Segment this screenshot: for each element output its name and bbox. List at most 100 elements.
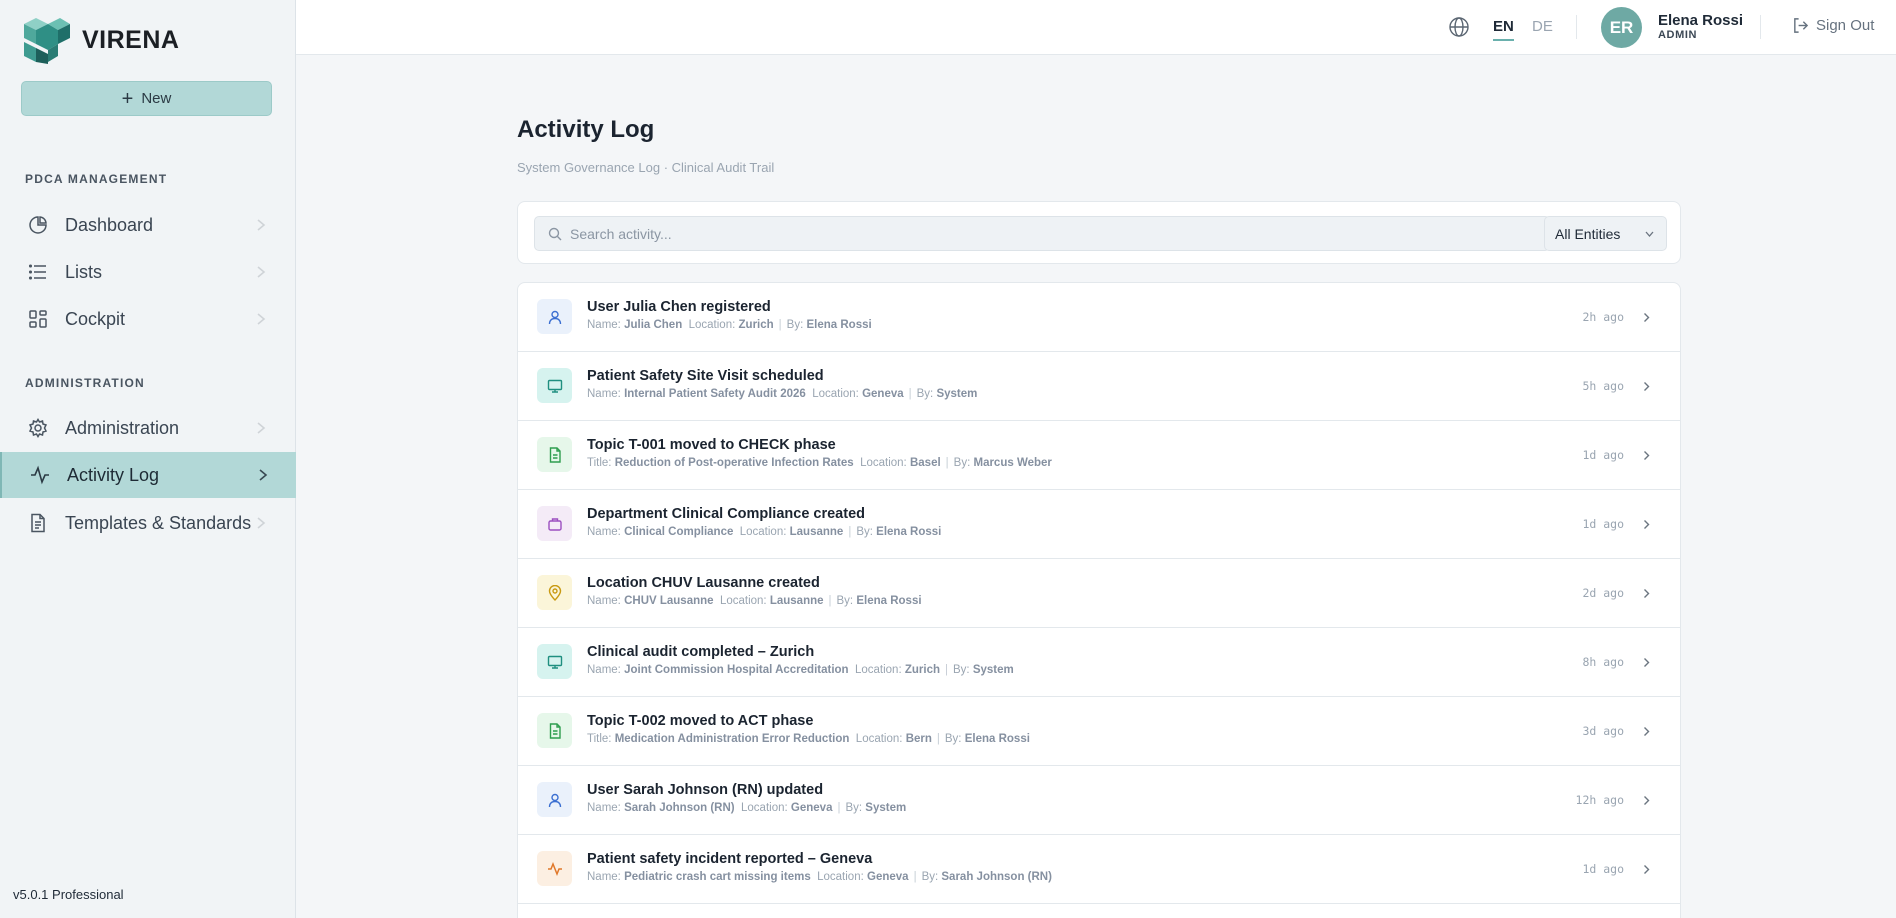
meta-separator: | bbox=[908, 388, 912, 400]
chevron-right-icon bbox=[1644, 727, 1650, 736]
meta-separator: | bbox=[936, 733, 940, 745]
meta-separator: | bbox=[848, 526, 852, 538]
sidebar-item-administration[interactable]: Administration bbox=[0, 405, 296, 451]
meta-location-value: Geneva bbox=[867, 871, 909, 883]
sidebar-item-activity-log[interactable]: Activity Log bbox=[0, 452, 296, 498]
filter-bar: All Entities bbox=[517, 201, 1681, 264]
meta-by-value: Elena Rossi bbox=[856, 595, 922, 607]
section-title-pdca: PDCA MANAGEMENT bbox=[25, 172, 168, 186]
entity-filter-select[interactable]: All Entities bbox=[1544, 216, 1667, 251]
activity-time: 12h ago bbox=[1575, 793, 1624, 807]
activity-meta: Name: Clinical Compliance Location: Laus… bbox=[587, 526, 941, 538]
meta-location-value: Zurich bbox=[738, 319, 774, 331]
sign-out-icon bbox=[1794, 18, 1809, 33]
meta-separator: | bbox=[828, 595, 832, 607]
activity-row[interactable]: User Julia Chen registered Name: Julia Ch… bbox=[518, 283, 1680, 352]
activity-row[interactable]: Topic T-001 moved to CHECK phase Title: R… bbox=[518, 421, 1680, 490]
activity-row[interactable]: Patient Safety Site Visit scheduled Name:… bbox=[518, 352, 1680, 421]
activity-row[interactable]: Clinical audit completed – Zurich Name: J… bbox=[518, 628, 1680, 697]
top-bar: EN DE ER Elena Rossi ADMIN Sign Out bbox=[296, 0, 1896, 55]
sidebar-item-lists[interactable]: Lists bbox=[0, 249, 296, 295]
chevron-down-icon bbox=[1645, 231, 1654, 237]
meta-field-value: Julia Chen bbox=[624, 319, 683, 331]
activity-title: Topic T-002 moved to ACT phase bbox=[587, 713, 814, 729]
sidebar-item-label: Cockpit bbox=[65, 308, 126, 329]
document-icon bbox=[537, 713, 572, 748]
chevron-right-icon bbox=[1644, 520, 1650, 529]
activity-meta: Title: Medication Administration Error R… bbox=[587, 733, 1030, 745]
activity-title: Location CHUV Lausanne created bbox=[587, 575, 820, 591]
activity-row[interactable]: Topic T-002 moved to ACT phase Title: Med… bbox=[518, 697, 1680, 766]
activity-meta: Name: Internal Patient Safety Audit 2026… bbox=[587, 388, 977, 400]
divider bbox=[1760, 15, 1761, 39]
chevron-right-icon bbox=[257, 266, 266, 278]
sidebar-item-templates-standards[interactable]: Templates & Standards bbox=[0, 500, 296, 546]
chevron-right-icon bbox=[257, 313, 266, 325]
meta-by-value: Elena Rossi bbox=[806, 319, 872, 331]
meta-field-value: Sarah Johnson (RN) bbox=[624, 802, 735, 814]
activity-time: 3d ago bbox=[1582, 724, 1624, 738]
sidebar-item-dashboard[interactable]: Dashboard bbox=[0, 202, 296, 248]
globe-icon[interactable] bbox=[1448, 16, 1470, 38]
activity-row[interactable]: Location CHUV Lausanne created Name: CHUV… bbox=[518, 559, 1680, 628]
grid-icon bbox=[29, 310, 47, 328]
pie-chart-icon bbox=[29, 216, 47, 234]
search-input[interactable] bbox=[570, 217, 1540, 250]
activity-meta: Title: Reduction of Post-operative Infec… bbox=[587, 457, 1052, 469]
chevron-right-icon bbox=[259, 469, 268, 481]
language-de[interactable]: DE bbox=[1532, 18, 1553, 35]
activity-row[interactable]: Patient safety incident reported – Genev… bbox=[518, 835, 1680, 904]
new-button-label: New bbox=[141, 90, 172, 107]
activity-row[interactable]: Department Clinical Compliance created Na… bbox=[518, 490, 1680, 559]
activity-time: 5h ago bbox=[1582, 379, 1624, 393]
activity-meta: Name: Julia Chen Location: Zurich | By: El… bbox=[587, 319, 872, 331]
page-subtitle: System Governance Log · Clinical Audit T… bbox=[517, 160, 775, 175]
meta-separator: | bbox=[778, 319, 782, 331]
sign-out-label: Sign Out bbox=[1816, 17, 1875, 34]
meta-field-label: Title: bbox=[587, 457, 612, 469]
meta-location-label: Location: bbox=[688, 319, 736, 331]
search-box[interactable] bbox=[534, 216, 1550, 251]
meta-field-label: Name: bbox=[587, 664, 621, 676]
meta-location-value: Bern bbox=[905, 733, 932, 745]
chevron-right-icon bbox=[1644, 589, 1650, 598]
app-version: v5.0.1 Professional bbox=[13, 887, 124, 902]
sign-out-button[interactable]: Sign Out bbox=[1792, 17, 1874, 34]
user-icon bbox=[537, 782, 572, 817]
meta-field-value: Reduction of Post-operative Infection Ra… bbox=[614, 457, 854, 469]
sidebar-item-label: Templates & Standards bbox=[65, 512, 252, 533]
meta-field-value: Joint Commission Hospital Accreditation bbox=[624, 664, 849, 676]
meta-by-label: By: bbox=[836, 595, 854, 607]
meta-field-label: Name: bbox=[587, 388, 621, 400]
avatar[interactable]: ER bbox=[1601, 7, 1642, 48]
activity-icon bbox=[31, 465, 49, 485]
chevron-right-icon bbox=[1644, 382, 1650, 391]
meta-location-label: Location: bbox=[854, 664, 902, 676]
new-button[interactable]: + New bbox=[21, 81, 272, 116]
chevron-right-icon bbox=[1644, 865, 1650, 874]
meta-location-label: Location: bbox=[860, 457, 907, 469]
app-logo[interactable]: VIRENA bbox=[22, 16, 179, 64]
page-title: Activity Log bbox=[517, 116, 655, 143]
meta-field-label: Name: bbox=[587, 526, 621, 538]
activity-time: 2d ago bbox=[1582, 586, 1624, 600]
language-en[interactable]: EN bbox=[1493, 18, 1514, 41]
meta-by-value: Sarah Johnson (RN) bbox=[941, 871, 1052, 883]
meta-by-label: By: bbox=[944, 733, 962, 745]
meta-field-label: Name: bbox=[587, 802, 621, 814]
gear-icon bbox=[28, 418, 48, 438]
user-icon bbox=[537, 299, 572, 334]
list-icon bbox=[28, 264, 46, 280]
map-pin-icon bbox=[537, 575, 572, 610]
meta-location-label: Location: bbox=[741, 802, 788, 814]
meta-field-value: Clinical Compliance bbox=[624, 526, 734, 538]
activity-row[interactable]: User Sarah Johnson (RN) updated Name: Sar… bbox=[518, 766, 1680, 835]
sidebar-item-label: Lists bbox=[65, 261, 103, 282]
meta-by-label: By: bbox=[916, 388, 934, 400]
meta-by-value: System bbox=[972, 664, 1014, 676]
monitor-icon bbox=[537, 368, 572, 403]
chevron-right-icon bbox=[1644, 796, 1650, 805]
meta-by-value: System bbox=[936, 388, 978, 400]
sidebar-item-cockpit[interactable]: Cockpit bbox=[0, 296, 296, 342]
app-name: VIRENA bbox=[82, 25, 180, 54]
